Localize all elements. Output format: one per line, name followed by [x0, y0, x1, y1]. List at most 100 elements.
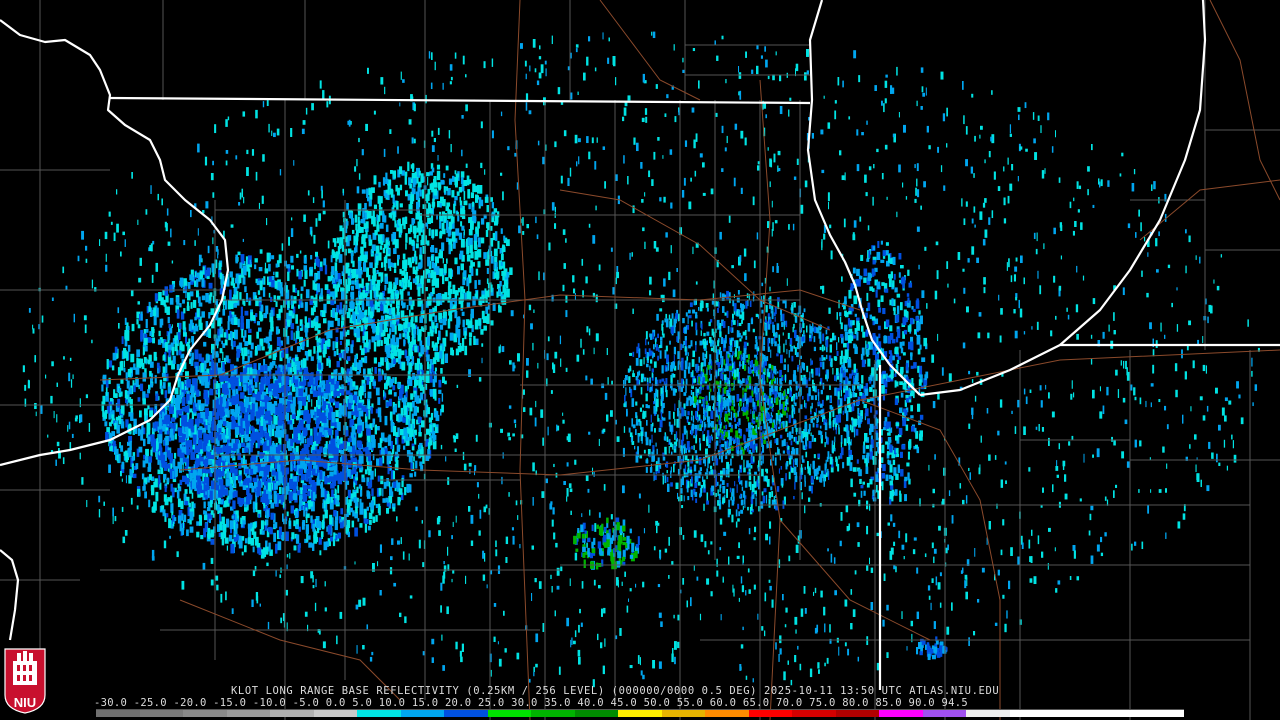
echo-pixel	[308, 349, 312, 357]
echo-pixel	[152, 337, 156, 344]
echo-pixel	[378, 272, 382, 277]
echo-pixel	[431, 287, 435, 295]
echo-pixel	[468, 229, 473, 236]
echo-pixel	[367, 211, 372, 219]
echo-pixel	[235, 394, 240, 405]
echo-pixel	[298, 468, 303, 475]
echo-pixel	[397, 259, 400, 266]
echo-pixel	[794, 402, 797, 407]
echo-pixel	[127, 344, 131, 352]
echo-pixel	[234, 409, 238, 418]
echo-pixel	[653, 472, 655, 482]
echo-pixel	[441, 211, 446, 218]
echo-pixel	[237, 452, 242, 460]
echo-pixel	[261, 530, 265, 535]
echo-pixel	[251, 427, 255, 435]
echo-pixel	[278, 437, 282, 444]
echo-pixel	[632, 351, 635, 357]
echo-pixel	[338, 353, 343, 358]
echo-pixel	[188, 439, 193, 448]
echo-pixel	[357, 441, 363, 449]
echo-pixel	[248, 379, 253, 385]
echo-pixel	[411, 218, 414, 226]
echo-pixel	[432, 423, 436, 428]
echo-pixel	[492, 232, 496, 241]
echo-pixel	[144, 408, 148, 416]
echo-pixel	[689, 302, 693, 308]
echo-pixel	[472, 262, 475, 267]
echo-pixel	[426, 208, 430, 218]
echo-pixel	[162, 382, 166, 389]
echo-pixel	[399, 279, 402, 287]
echo-pixel	[730, 497, 732, 501]
echo-pixel	[224, 500, 229, 507]
echo-pixel	[651, 434, 653, 443]
echo-pixel	[351, 271, 356, 279]
echo-pixel	[407, 335, 410, 343]
echo-pixel	[183, 332, 187, 337]
echo-pixel	[254, 264, 257, 270]
echo-pixel	[315, 256, 319, 266]
echo-pixel	[385, 239, 389, 245]
echo-pixel	[768, 363, 772, 369]
echo-pixel	[443, 173, 446, 178]
echo-pixel	[125, 394, 129, 400]
echo-pixel	[194, 349, 199, 360]
echo-pixel	[386, 361, 389, 371]
echo-pixel	[187, 519, 190, 524]
echo-pixel	[155, 393, 159, 401]
echo-pixel	[811, 335, 813, 339]
echo-pixel	[639, 359, 643, 367]
echo-pixel	[303, 265, 308, 271]
echo-pixel	[690, 390, 693, 395]
echo-pixel	[457, 316, 460, 325]
echo-pixel	[392, 211, 396, 221]
echo-pixel	[246, 319, 250, 329]
echo-pixel	[410, 462, 413, 470]
echo-pixel	[348, 212, 353, 219]
echo-pixel	[325, 541, 329, 547]
echo-pixel	[483, 252, 487, 259]
echo-pixel	[741, 486, 744, 491]
echo-pixel	[164, 342, 168, 352]
echo-pixel	[197, 413, 201, 419]
echo-pixel	[385, 337, 390, 346]
echo-pixel	[245, 538, 248, 544]
echo-pixel	[434, 229, 438, 237]
echo-pixel	[384, 437, 388, 443]
echo-pixel	[485, 306, 489, 314]
echo-pixel	[366, 428, 371, 436]
echo-pixel	[266, 509, 269, 519]
echo-pixel	[347, 531, 351, 538]
echo-pixel	[277, 464, 281, 472]
echo-pixel	[352, 260, 355, 268]
echo-pixel	[154, 293, 158, 302]
echo-pixel	[394, 239, 399, 249]
echo-pixel	[404, 175, 407, 185]
echo-pixel	[369, 262, 373, 269]
echo-pixel	[623, 380, 625, 389]
echo-pixel	[273, 295, 276, 302]
echo-pixel	[307, 490, 311, 497]
echo-pixel	[372, 217, 376, 227]
echo-pixel	[147, 389, 151, 394]
echo-pixel	[313, 346, 316, 354]
echo-pixel	[295, 534, 300, 544]
echo-pixel	[360, 227, 364, 233]
echo-pixel	[200, 535, 204, 540]
echo-pixel	[242, 374, 248, 384]
echo-pixel	[339, 457, 342, 462]
echo-pixel	[481, 310, 485, 320]
echo-pixel	[233, 340, 236, 348]
echo-pixel	[229, 520, 234, 530]
echo-pixel	[417, 358, 421, 365]
echo-pixel	[655, 442, 657, 447]
echo-pixel	[209, 490, 213, 501]
echo-pixel	[848, 443, 851, 451]
echo-pixel	[232, 389, 236, 396]
echo-pixel	[329, 398, 335, 403]
echo-pixel	[462, 338, 465, 348]
echo-pixel	[279, 455, 284, 460]
echo-pixel	[157, 339, 162, 345]
echo-pixel	[179, 479, 183, 486]
